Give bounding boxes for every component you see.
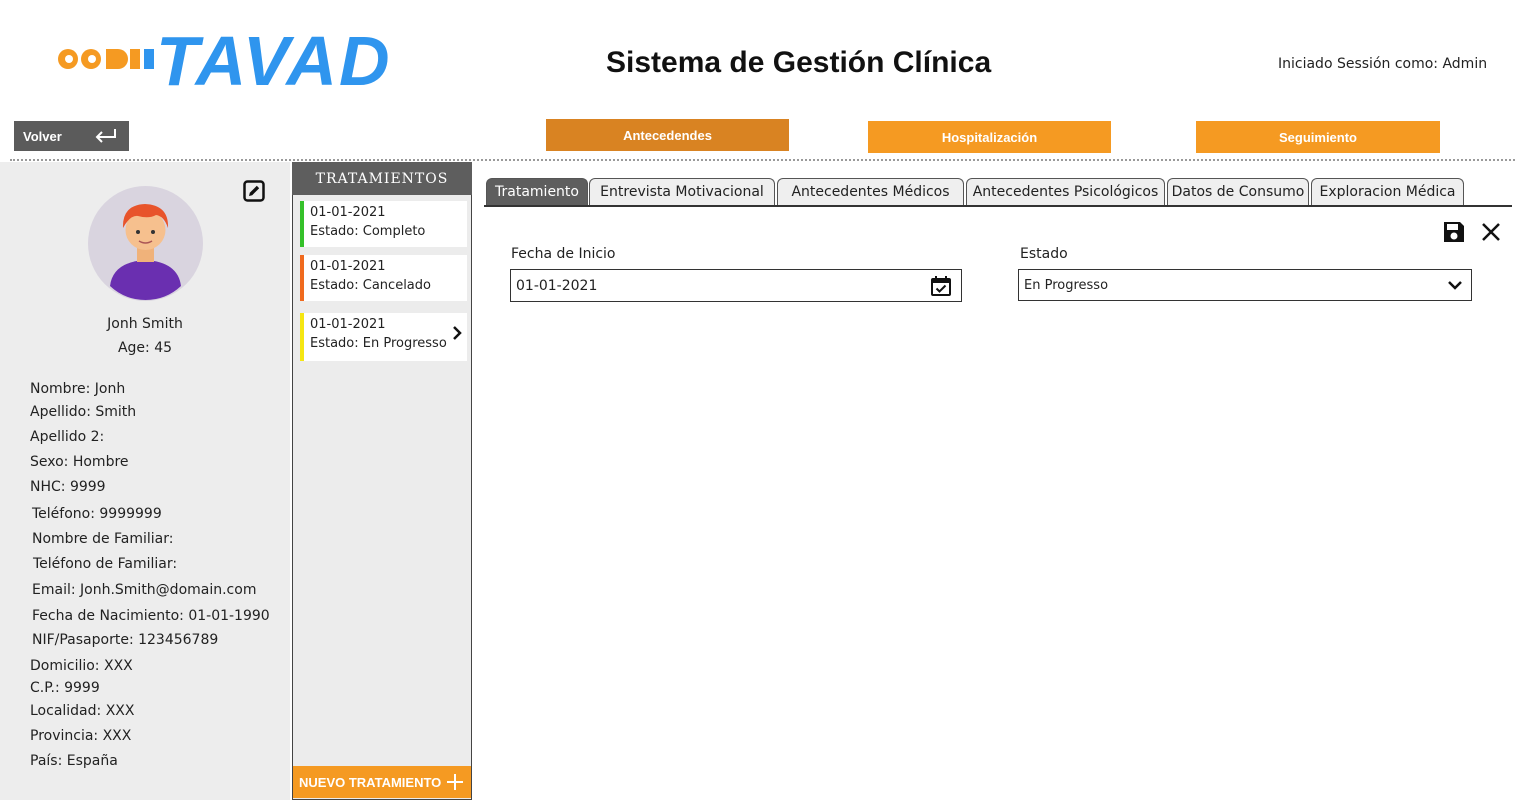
status-bar-complete (300, 201, 304, 247)
treatment-status: Estado: Completo (310, 224, 426, 239)
nav-antecedentes-label: Antecedendes (623, 127, 712, 143)
patient-field: Nombre: Jonh (30, 381, 126, 397)
patient-field: Teléfono de Familiar: (33, 556, 178, 572)
treatment-item[interactable]: 01-01-2021 Estado: Completo (300, 201, 467, 247)
tab-label: Tratamiento (495, 184, 579, 200)
treatment-date: 01-01-2021 (310, 205, 386, 220)
tab-label: Entrevista Motivacional (600, 184, 764, 200)
status-bar-in-progress (300, 313, 304, 361)
patient-field: Email: Jonh.Smith@domain.com (32, 582, 257, 598)
tab-antecedentes-medicos[interactable]: Antecedentes Médicos (777, 178, 964, 205)
edit-icon[interactable] (243, 180, 265, 202)
patient-field: Fecha de Nacimiento: 01-01-1990 (32, 608, 270, 624)
tab-label: Antecedentes Psicológicos (972, 184, 1159, 200)
start-date-value: 01-01-2021 (516, 277, 598, 294)
patient-field: NHC: 9999 (30, 479, 106, 495)
start-date-label: Fecha de Inicio (511, 246, 616, 262)
tab-antecedentes-psicologicos[interactable]: Antecedentes Psicológicos (966, 178, 1165, 205)
chevron-right-icon (453, 326, 462, 340)
patient-field: Localidad: XXX (30, 703, 135, 719)
nav-hospitalizacion-label: Hospitalización (941, 129, 1038, 145)
patient-field: País: España (30, 753, 118, 769)
tab-tratamiento[interactable]: Tratamiento (486, 178, 588, 205)
patient-field: Domicilio: XXX (30, 658, 133, 674)
return-arrow-icon (95, 129, 116, 143)
patient-field: Nombre de Familiar: (32, 531, 174, 547)
plus-icon (447, 774, 463, 790)
patient-age: Age: 45 (117, 340, 173, 356)
logo-text: TAVAD (156, 22, 392, 100)
patient-field: NIF/Pasaporte: 123456789 (32, 632, 219, 648)
tabs-underline (484, 205, 1512, 207)
treatment-item[interactable]: 01-01-2021 Estado: Cancelado (300, 255, 467, 301)
close-icon[interactable] (1480, 221, 1502, 243)
treatment-status: Estado: Cancelado (310, 278, 431, 293)
logo-dots-icon (58, 49, 154, 69)
tab-entrevista-motivacional[interactable]: Entrevista Motivacional (589, 178, 775, 205)
start-date-field[interactable]: 01-01-2021 (510, 269, 962, 302)
nav-seguimiento-label: Seguimiento (1278, 129, 1357, 145)
treatment-status: Estado: En Progresso (310, 336, 447, 351)
tab-label: Antecedentes Médicos (791, 184, 950, 200)
patient-field: Apellido 2: (30, 429, 105, 445)
nav-seguimiento-button[interactable]: Seguimiento (1196, 121, 1440, 153)
new-treatment-label: NUEVO TRATAMIENTO (299, 774, 442, 790)
status-bar-cancelled (300, 255, 304, 301)
header-divider (10, 159, 1515, 161)
state-select[interactable]: En Progresso (1018, 269, 1472, 301)
new-treatment-button[interactable]: NUEVO TRATAMIENTO (293, 766, 471, 798)
patient-field: C.P.: 9999 (30, 680, 100, 696)
treatments-header: TRATAMIENTOS (292, 162, 472, 195)
treatment-item-selected[interactable]: 01-01-2021 Estado: En Progresso (300, 313, 467, 361)
treatment-date: 01-01-2021 (310, 259, 386, 274)
state-value: En Progresso (1024, 277, 1109, 293)
tab-label: Exploracion Médica (1319, 184, 1456, 200)
tab-datos-consumo[interactable]: Datos de Consumo (1167, 178, 1309, 205)
nav-hospitalizacion-button[interactable]: Hospitalización (868, 121, 1111, 153)
calendar-icon[interactable] (930, 275, 952, 297)
chevron-down-icon (1448, 281, 1462, 290)
patient-field: Provincia: XXX (30, 728, 132, 744)
patient-field: Teléfono: 9999999 (32, 506, 162, 522)
back-button-label: Volver (23, 128, 62, 144)
nav-antecedentes-button[interactable]: Antecedendes (546, 119, 789, 151)
treatment-date: 01-01-2021 (310, 317, 386, 332)
app-title: Sistema de Gestión Clínica (606, 46, 992, 79)
back-button[interactable]: Volver (14, 121, 129, 151)
save-icon[interactable] (1442, 220, 1466, 244)
patient-field: Apellido: Smith (30, 404, 137, 420)
tavad-logo: TAVAD (56, 26, 426, 100)
patient-field: Sexo: Hombre (30, 454, 129, 470)
state-label: Estado (1020, 246, 1068, 262)
session-label: Iniciado Sessión como: Admin (1278, 56, 1488, 72)
avatar (88, 186, 203, 301)
patient-name: Jonh Smith (107, 316, 183, 332)
tab-label: Datos de Consumo (1171, 184, 1305, 200)
tab-exploracion-medica[interactable]: Exploracion Médica (1311, 178, 1464, 205)
